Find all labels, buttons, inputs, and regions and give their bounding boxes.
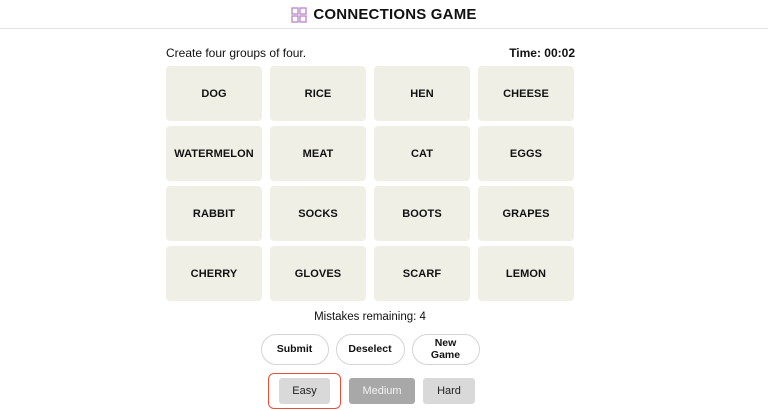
word-tile[interactable]: SOCKS	[270, 186, 366, 241]
grid-icon	[291, 6, 308, 23]
word-tile[interactable]: EGGS	[478, 126, 574, 181]
difficulty-selector: Easy Medium Hard	[268, 372, 475, 409]
difficulty-medium-button[interactable]: Medium	[349, 377, 415, 404]
word-tile[interactable]: CHEESE	[478, 66, 574, 121]
word-tile[interactable]: SCARF	[374, 246, 470, 301]
word-tile[interactable]: RICE	[270, 66, 366, 121]
app-header: CONNECTIONS GAME	[0, 0, 768, 29]
word-tile[interactable]: WATERMELON	[166, 126, 262, 181]
difficulty-hard-button[interactable]: Hard	[423, 377, 475, 404]
selected-difficulty-highlight: Easy	[268, 372, 341, 409]
mistakes-remaining: Mistakes remaining: 4	[314, 311, 426, 323]
word-grid: DOG RICE HEN CHEESE WATERMELON MEAT CAT …	[166, 66, 574, 301]
deselect-button[interactable]: Deselect	[335, 334, 405, 365]
word-tile[interactable]: DOG	[166, 66, 262, 121]
word-tile[interactable]: GLOVES	[270, 246, 366, 301]
word-tile[interactable]: CAT	[374, 126, 470, 181]
submit-button[interactable]: Submit	[260, 334, 329, 365]
difficulty-easy-button[interactable]: Easy	[279, 377, 330, 404]
instructions-text: Create four groups of four.	[166, 46, 307, 60]
word-tile[interactable]: RABBIT	[166, 186, 262, 241]
word-tile[interactable]: HEN	[374, 66, 470, 121]
word-tile[interactable]: BOOTS	[374, 186, 470, 241]
timer: Time: 00:02	[509, 46, 575, 60]
word-tile[interactable]: CHERRY	[166, 246, 262, 301]
new-game-button[interactable]: New Game	[411, 334, 480, 365]
action-buttons: Submit Deselect New Game	[0, 334, 740, 365]
word-tile[interactable]: GRAPES	[478, 186, 574, 241]
page-title: CONNECTIONS GAME	[313, 5, 477, 23]
word-tile[interactable]: MEAT	[270, 126, 366, 181]
word-tile[interactable]: LEMON	[478, 246, 574, 301]
